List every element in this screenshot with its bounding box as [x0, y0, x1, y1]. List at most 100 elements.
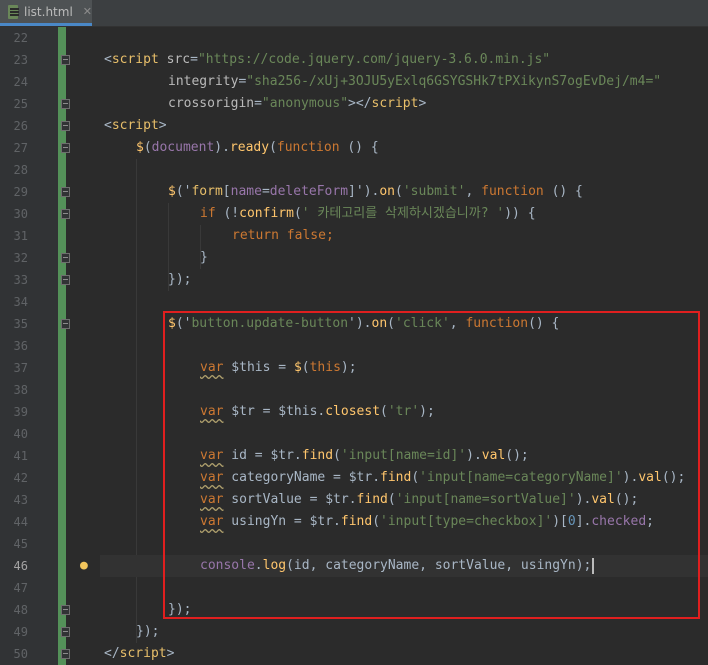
fold-marker-icon[interactable]	[61, 253, 70, 263]
code-token: ,	[465, 184, 482, 199]
code-line[interactable]: 42 var categoryName = $tr.find('input[nam…	[0, 467, 708, 489]
line-number: 45	[13, 537, 28, 551]
fold-marker-icon[interactable]	[61, 627, 70, 637]
code-line[interactable]: 40	[0, 423, 708, 445]
code-token: $	[293, 360, 302, 375]
code-line[interactable]: 47	[0, 577, 708, 599]
code-token: "anonymous"	[261, 96, 349, 111]
code-token: 'tr'	[387, 404, 420, 419]
code-line[interactable]: 26 <script>	[0, 115, 708, 137]
code-line[interactable]: 48});	[0, 599, 708, 621]
code-token: find	[380, 470, 412, 485]
line-number: 39	[13, 405, 28, 419]
code-token: ();	[505, 448, 529, 463]
fold-marker-icon[interactable]	[61, 143, 70, 153]
code-line[interactable]: 32}	[0, 247, 708, 269]
code-token: (	[411, 470, 420, 485]
code-token: id = $tr.	[223, 448, 302, 463]
code-line[interactable]: 25 crossorigin="anonymous"></script>	[0, 93, 708, 115]
code-editor[interactable]: 22 23 <script src="https://code.jquery.com…	[0, 27, 708, 665]
code-line[interactable]: 43 var sortValue = $tr.find('input[name=s…	[0, 489, 708, 511]
code-token: src	[166, 52, 191, 67]
code-token: var	[200, 514, 224, 529]
code-line[interactable]: 29 $('form[name=deleteForm]').on('submit'…	[0, 181, 708, 203]
code-line[interactable]: 38	[0, 379, 708, 401]
code-token: categoryName = $tr.	[223, 470, 381, 485]
code-text: });	[136, 621, 159, 643]
code-line[interactable]: 46 ● console.log(id, categoryName, sortVal…	[0, 555, 708, 577]
code-token: usingYn = $tr.	[223, 514, 341, 529]
code-token: (	[380, 404, 388, 419]
line-number: 25	[13, 97, 28, 111]
code-line[interactable]: 28	[0, 159, 708, 181]
code-token: find	[356, 492, 388, 507]
code-token: 'input[type=checkbox]'	[380, 514, 553, 529]
fold-marker-icon[interactable]	[61, 605, 70, 615]
code-text: integrity="sha256-/xUj+3OJU5yExlq6GSYGSH…	[168, 71, 661, 93]
close-icon[interactable]: ✕	[83, 5, 92, 18]
code-token: ,	[449, 316, 466, 331]
line-number: 49	[13, 625, 28, 639]
code-line[interactable]: 24 integrity="sha256-/xUj+3OJU5yExlq6GSYG…	[0, 71, 708, 93]
code-line[interactable]: 49});	[0, 621, 708, 643]
code-line[interactable]: 33});	[0, 269, 708, 291]
code-text: crossorigin="anonymous"></script>	[168, 93, 426, 115]
code-line[interactable]: 39 var $tr = $this.closest('tr');	[0, 401, 708, 423]
code-token: $this =	[223, 360, 294, 375]
code-line[interactable]: 41 var id = $tr.find('input[name=id]').va…	[0, 445, 708, 467]
code-text: if (!confirm(' 카테고리를 삭제하시겠습니까? ')) {	[200, 203, 536, 225]
line-number: 26	[13, 119, 28, 133]
code-line[interactable]: 31 return false;	[0, 225, 708, 247]
code-token: deleteForm	[269, 184, 349, 199]
code-token: 'input[name=id]'	[340, 448, 467, 463]
code-token: <	[104, 118, 112, 133]
fold-marker-icon[interactable]	[61, 209, 70, 219]
code-token: name	[230, 184, 262, 199]
fold-marker-icon[interactable]	[61, 99, 70, 109]
fold-marker-icon[interactable]	[61, 121, 70, 131]
code-token: on	[371, 316, 388, 331]
line-number: 30	[13, 207, 28, 221]
code-text: var id = $tr.find('input[name=id]').val(…	[200, 445, 529, 467]
code-token: var	[200, 470, 224, 485]
code-token: </	[104, 646, 120, 661]
code-line[interactable]: 27 $(document).ready(function () {	[0, 137, 708, 159]
code-line[interactable]: 22	[0, 27, 708, 49]
tab-label: list.html	[24, 4, 73, 19]
code-line[interactable]: 50 </script>	[0, 643, 708, 665]
line-number: 36	[13, 339, 28, 353]
code-token: ();	[614, 492, 639, 507]
code-token: ();	[661, 470, 686, 485]
lightbulb-icon[interactable]: ●	[80, 558, 88, 573]
code-text: <script src="https://code.jquery.com/jqu…	[104, 49, 550, 71]
code-token: [	[222, 184, 231, 199]
fold-marker-icon[interactable]	[61, 319, 70, 329]
code-text: var $this = $(this);	[200, 357, 357, 379]
code-line[interactable]: 37 var $this = $(this);	[0, 357, 708, 379]
fold-marker-icon[interactable]	[61, 187, 70, 197]
code-token: ]	[348, 184, 356, 199]
fold-marker-icon[interactable]	[61, 55, 70, 65]
code-text: </script>	[104, 643, 174, 665]
code-line[interactable]: 30 if (!confirm(' 카테고리를 삭제하시겠습니까? ')) {	[0, 203, 708, 225]
code-line[interactable]: 34	[0, 291, 708, 313]
code-token: >	[158, 118, 167, 133]
code-text: $(document).ready(function () {	[136, 137, 379, 159]
code-token: integrity	[168, 74, 239, 89]
code-token: ></	[348, 96, 372, 111]
code-text: console.log(id, categoryName, sortValue,…	[200, 555, 595, 577]
code-text: <script>	[104, 115, 167, 137]
code-line[interactable]: 23 <script src="https://code.jquery.com/j…	[0, 49, 708, 71]
line-number: 40	[13, 427, 28, 441]
code-line[interactable]: 45	[0, 533, 708, 555]
code-text: $('button.update-button').on('click', fu…	[168, 313, 559, 335]
code-token: >	[166, 646, 175, 661]
fold-marker-icon[interactable]	[61, 275, 70, 285]
code-line[interactable]: 44 var usingYn = $tr.find('input[type=che…	[0, 511, 708, 533]
tab-list-html[interactable]: list.html ✕	[0, 0, 92, 26]
fold-marker-icon[interactable]	[61, 649, 70, 659]
code-line[interactable]: 35 $('button.update-button').on('click', …	[0, 313, 708, 335]
code-token: )) {	[504, 206, 536, 221]
code-line[interactable]: 36	[0, 335, 708, 357]
